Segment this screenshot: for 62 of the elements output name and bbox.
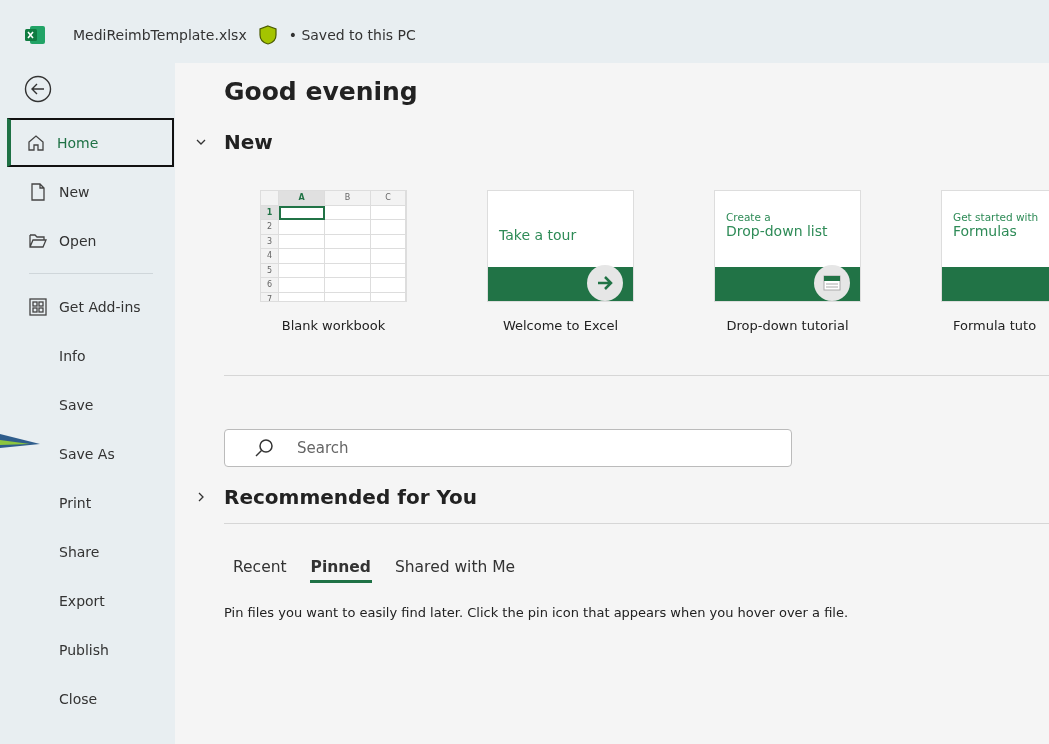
spreadsheet-cell: [279, 249, 325, 264]
column-header: C: [371, 191, 406, 206]
template-thumbnail[interactable]: Get started with Formulas: [941, 190, 1049, 302]
home-icon: [27, 133, 45, 152]
folder-icon: [29, 232, 47, 249]
column-header: B: [325, 191, 371, 206]
arrow-right-icon: [597, 276, 613, 290]
spreadsheet-cell: [371, 278, 406, 293]
thumbnail-subtitle: Get started with: [953, 211, 1040, 223]
section-title: Recommended for You: [224, 485, 478, 509]
tab[interactable]: Recent: [232, 558, 288, 583]
tab[interactable]: Pinned: [309, 558, 372, 583]
spreadsheet-cell: [325, 278, 371, 293]
spreadsheet-cell: [371, 249, 406, 264]
spreadsheet-cell: [325, 220, 371, 235]
template-thumbnail[interactable]: Take a tour: [487, 190, 634, 302]
thumbnail-title: Drop-down list: [726, 223, 829, 239]
search-icon: [254, 438, 274, 458]
list-icon: [823, 275, 841, 291]
tab[interactable]: Shared with Me: [393, 558, 517, 583]
sidebar-item[interactable]: Publish: [7, 625, 174, 674]
sidebar-item[interactable]: Print: [7, 478, 174, 527]
document-icon: [30, 182, 46, 201]
file-name: MediReimbTemplate.xlsx: [73, 26, 247, 43]
empty-message: Pin files you want to easily find later. Click the pin icon that appears when you hover over a file.: [224, 605, 850, 620]
search-field[interactable]: Search: [224, 429, 792, 467]
row-header: 4: [261, 249, 279, 264]
column-header: A: [279, 191, 325, 206]
template-label: Welcome to Excel: [502, 318, 619, 333]
row-header: 6: [261, 278, 279, 293]
sidebar-item[interactable]: Save As: [7, 429, 174, 478]
greeting: Good evening: [224, 77, 419, 106]
thumbnail-title: Take a tour: [499, 227, 578, 243]
sidebar-item[interactable]: Close: [7, 674, 174, 723]
sidebar-item[interactable]: Open: [7, 216, 174, 265]
sidebar-item[interactable]: Info: [7, 331, 174, 380]
sidebar-item[interactable]: New: [7, 167, 174, 216]
row-header: 7: [261, 292, 279, 301]
arrow-drawing: [0, 434, 40, 448]
shield-icon: [258, 24, 277, 45]
section-title: New: [224, 130, 273, 154]
sidebar-item[interactable]: Export: [7, 576, 174, 625]
spreadsheet-cell: [371, 220, 406, 235]
template-thumbnail[interactable]: Create a Drop-down list: [714, 190, 861, 302]
blank-workbook-thumbnail[interactable]: A B C 1 2 3 4 5 6 7: [260, 190, 407, 302]
sidebar-item[interactable]: Get Add-ins: [7, 282, 174, 331]
sidebar-item[interactable]: Share: [7, 527, 174, 576]
template-label: Formula tuto: [953, 318, 1037, 333]
grid-icon: [29, 297, 47, 316]
row-header: 2: [261, 220, 279, 235]
thumbnail-subtitle: Create a: [726, 211, 772, 223]
sidebar-item[interactable]: Save: [7, 380, 174, 429]
template-label: Blank workbook: [281, 318, 386, 333]
corner-cell: [261, 191, 279, 206]
spreadsheet-cell: [279, 278, 325, 293]
excel-logo-icon: [25, 25, 45, 44]
template-label: Drop-down tutorial: [726, 318, 849, 333]
spreadsheet-cell: [279, 220, 325, 235]
thumbnail-title: Formulas: [953, 223, 1018, 239]
spreadsheet-cell: [325, 249, 371, 264]
back-button[interactable]: [23, 75, 53, 105]
save-status: • Saved to this PC: [288, 26, 416, 43]
